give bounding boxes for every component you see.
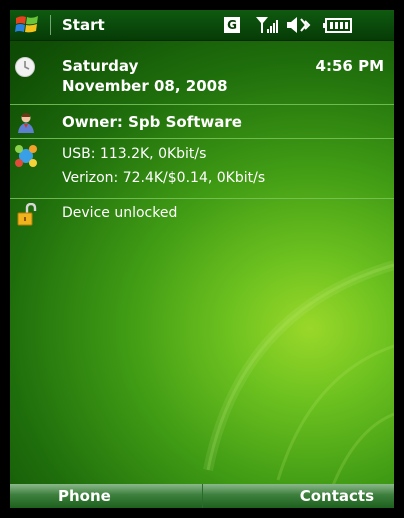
current-time: 4:56 PM [315, 57, 384, 75]
owner-text: Owner: Spb Software [62, 113, 242, 131]
softkey-separator [202, 484, 203, 508]
usb-connection-stats: USB: 113.2K, 0Kbit/s [62, 146, 207, 162]
connections-icon [13, 144, 39, 172]
device-lock-row[interactable]: Device unlocked [10, 201, 394, 229]
connections-row[interactable]: USB: 113.2K, 0Kbit/s Verizon: 72.4K/$0.1… [10, 141, 394, 197]
contacts-softkey[interactable]: Contacts [300, 487, 374, 505]
date-day: Saturday [62, 57, 139, 75]
divider [10, 138, 394, 139]
owner-person-icon [15, 112, 37, 138]
date-time-row[interactable]: Saturday November 08, 2008 4:56 PM [10, 52, 394, 104]
verizon-connection-stats: Verizon: 72.4K/$0.14, 0Kbit/s [62, 170, 266, 186]
clock-icon [14, 56, 36, 82]
owner-row[interactable]: Owner: Spb Software [10, 106, 394, 136]
divider [10, 104, 394, 105]
today-screen: Start G Saturday November 08, 2008 4:56 … [10, 10, 394, 508]
softkey-bar: Phone Contacts [10, 484, 394, 508]
date-full: November 08, 2008 [62, 77, 228, 95]
padlock-open-icon [16, 202, 38, 231]
device-lock-status: Device unlocked [62, 205, 178, 221]
phone-softkey[interactable]: Phone [58, 487, 111, 505]
divider [10, 198, 394, 199]
